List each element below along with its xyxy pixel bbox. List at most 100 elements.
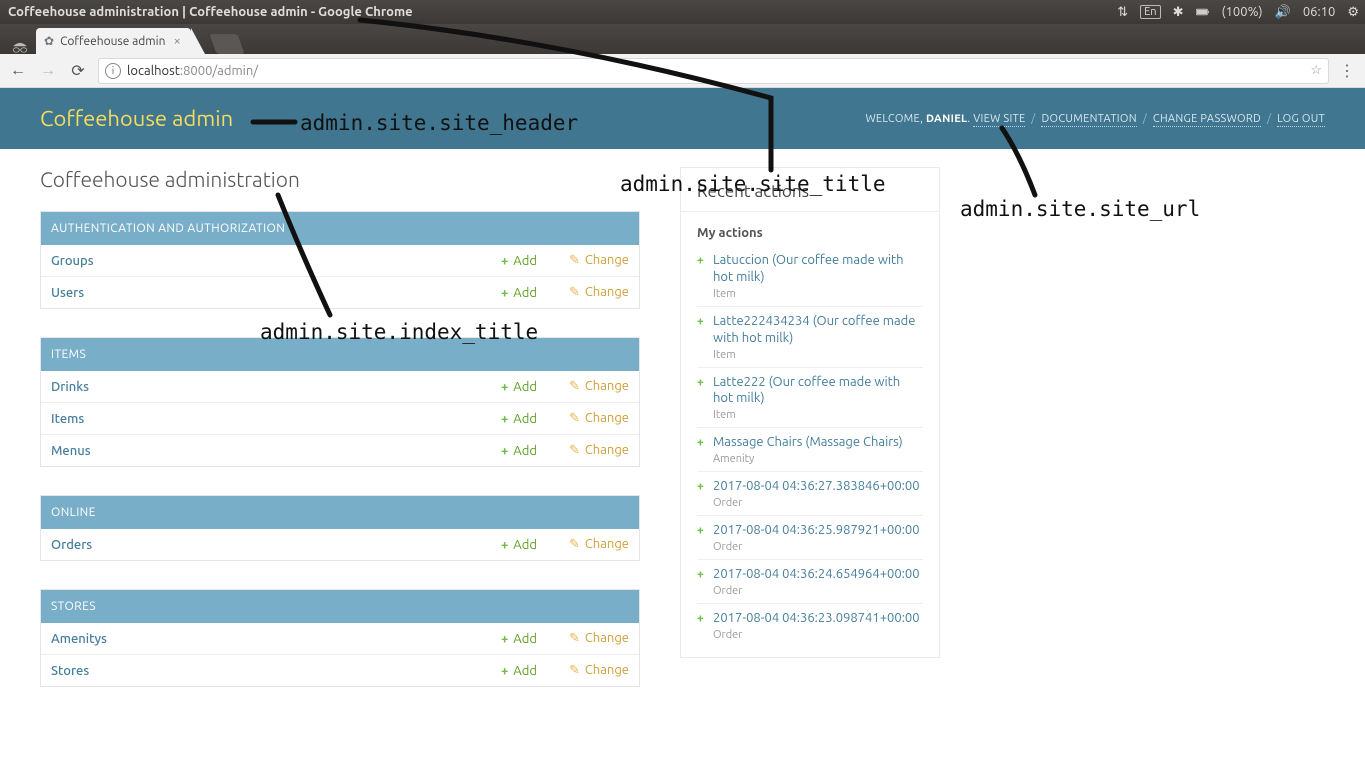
browser-menu-button[interactable]: ⋮	[1337, 61, 1357, 80]
documentation-link[interactable]: DOCUMENTATION	[1041, 113, 1136, 127]
add-link[interactable]: + Add	[501, 538, 537, 552]
address-bar[interactable]: i localhost:8000/admin/ ☆	[98, 58, 1329, 84]
recent-action-type: Item	[713, 349, 923, 361]
add-link[interactable]: + Add	[501, 286, 537, 300]
browser-tab[interactable]: ✿ Coffeehouse admin ×	[36, 28, 191, 54]
model-link[interactable]: Drinks	[51, 380, 89, 394]
recent-action-item: + Latte222 (Our coffee made with hot milk…	[697, 374, 923, 429]
change-link[interactable]: ✎ Change	[569, 663, 629, 677]
plus-icon: +	[501, 444, 508, 458]
add-icon: +	[697, 524, 704, 537]
recent-action-link[interactable]: 2017-08-04 04:36:23.098741+00:00	[713, 610, 923, 627]
bluetooth-icon: ✱	[1173, 5, 1184, 20]
plus-icon: +	[501, 380, 508, 394]
change-link[interactable]: ✎ Change	[569, 411, 629, 425]
volume-icon: 🔊	[1275, 5, 1291, 20]
url-path: /admin/	[212, 64, 258, 78]
new-tab-button[interactable]	[209, 34, 244, 54]
add-link[interactable]: + Add	[501, 380, 537, 394]
model-link[interactable]: Items	[51, 412, 84, 426]
plus-icon: +	[501, 538, 508, 552]
apps-column: Coffeehouse administration AUTHENTICATIO…	[40, 167, 640, 715]
model-row: Amenitys + Add ✎ Change	[41, 623, 639, 655]
recent-action-type: Item	[713, 288, 923, 300]
pencil-icon: ✎	[569, 631, 580, 645]
recent-action-type: Amenity	[713, 453, 923, 465]
pencil-icon: ✎	[569, 411, 580, 425]
add-icon: +	[697, 376, 704, 389]
back-button[interactable]: ←	[8, 61, 28, 80]
recent-actions-panel: Recent actions My actions +Latuccion (Ou…	[680, 167, 940, 658]
recent-action-link[interactable]: Massage Chairs (Massage Chairs)	[713, 434, 923, 451]
add-link[interactable]: + Add	[501, 254, 537, 268]
model-link[interactable]: Amenitys	[51, 632, 107, 646]
url-host: localhost	[127, 64, 180, 78]
add-link[interactable]: + Add	[501, 444, 537, 458]
gear-icon[interactable]: ⚙	[1347, 5, 1359, 20]
change-link[interactable]: ✎ Change	[569, 443, 629, 457]
plus-icon: +	[501, 664, 508, 678]
site-header[interactable]: Coffeehouse admin	[40, 106, 233, 131]
close-tab-icon[interactable]: ×	[173, 34, 180, 48]
pencil-icon: ✎	[569, 253, 580, 267]
keyboard-lang[interactable]: En	[1140, 5, 1160, 19]
recent-action-item: +2017-08-04 04:36:23.098741+00:00Order	[697, 610, 923, 647]
change-password-link[interactable]: CHANGE PASSWORD	[1153, 113, 1261, 127]
model-row: Items + Add ✎ Change	[41, 403, 639, 435]
browser-toolbar: ← → ⟳ i localhost:8000/admin/ ☆ ⋮	[0, 54, 1365, 88]
browser-tabstrip: ✿ Coffeehouse admin ×	[0, 24, 1365, 54]
model-link[interactable]: Stores	[51, 664, 89, 678]
model-link[interactable]: Orders	[51, 538, 92, 552]
pencil-icon: ✎	[569, 663, 580, 677]
network-icon: ⇅	[1117, 5, 1128, 20]
add-link[interactable]: + Add	[501, 664, 537, 678]
tab-title: Coffeehouse admin	[60, 35, 165, 48]
admin-content: Coffeehouse administration AUTHENTICATIO…	[0, 149, 1365, 715]
add-icon: +	[697, 612, 704, 625]
recent-action-type: Order	[713, 585, 923, 597]
change-link[interactable]: ✎ Change	[569, 537, 629, 551]
model-link[interactable]: Groups	[51, 254, 94, 268]
recent-action-link[interactable]: 2017-08-04 04:36:24.654964+00:00	[713, 566, 923, 583]
app-caption[interactable]: ONLINE	[41, 496, 639, 529]
app-caption[interactable]: STORES	[41, 590, 639, 623]
recent-action-link[interactable]: Latte222434234 (Our coffee made with hot…	[713, 313, 923, 347]
reload-button[interactable]: ⟳	[68, 61, 88, 80]
username: DANIEL	[926, 113, 967, 125]
clock: 06:10	[1303, 5, 1336, 19]
recent-action-link[interactable]: 2017-08-04 04:36:27.383846+00:00	[713, 478, 923, 495]
forward-button[interactable]: →	[38, 61, 58, 80]
app-module: STORES Amenitys + Add ✎ Change Stores + Add ✎ …	[40, 589, 640, 687]
recent-action-link[interactable]: Latuccion (Our coffee made with hot milk…	[713, 252, 923, 286]
change-link[interactable]: ✎ Change	[569, 379, 629, 393]
recent-action-item: + Latte222434234 (Our coffee made with ho…	[697, 313, 923, 368]
model-link[interactable]: Menus	[51, 444, 91, 458]
bookmark-star-icon[interactable]: ☆	[1310, 63, 1322, 78]
view-site-link[interactable]: VIEW SITE	[973, 113, 1025, 127]
recent-action-link[interactable]: Latte222 (Our coffee made with hot milk)	[713, 374, 923, 408]
model-row: Menus + Add ✎ Change	[41, 435, 639, 467]
site-info-icon[interactable]: i	[105, 63, 121, 79]
battery-icon	[1196, 5, 1210, 19]
pencil-icon: ✎	[569, 379, 580, 393]
recent-action-item: +Latuccion (Our coffee made with hot mil…	[697, 252, 923, 307]
model-row: Users + Add ✎ Change	[41, 277, 639, 309]
logout-link[interactable]: LOG OUT	[1277, 113, 1325, 127]
recent-action-link[interactable]: 2017-08-04 04:36:25.987921+00:00	[713, 522, 923, 539]
change-link[interactable]: ✎ Change	[569, 253, 629, 267]
recent-action-type: Order	[713, 541, 923, 553]
app-module: ONLINE Orders + Add ✎ Change	[40, 495, 640, 561]
add-icon: +	[697, 315, 704, 328]
plus-icon: +	[501, 254, 508, 268]
add-link[interactable]: + Add	[501, 632, 537, 646]
app-caption[interactable]: AUTHENTICATION AND AUTHORIZATION	[41, 212, 639, 245]
add-link[interactable]: + Add	[501, 412, 537, 426]
model-link[interactable]: Users	[51, 286, 84, 300]
admin-header: Coffeehouse admin WELCOME, DANIEL. VIEW …	[0, 88, 1365, 149]
model-row: Orders + Add ✎ Change	[41, 529, 639, 560]
index-title: Coffeehouse administration	[40, 167, 640, 191]
change-link[interactable]: ✎ Change	[569, 285, 629, 299]
app-caption[interactable]: ITEMS	[41, 338, 639, 371]
pencil-icon: ✎	[569, 285, 580, 299]
change-link[interactable]: ✎ Change	[569, 631, 629, 645]
